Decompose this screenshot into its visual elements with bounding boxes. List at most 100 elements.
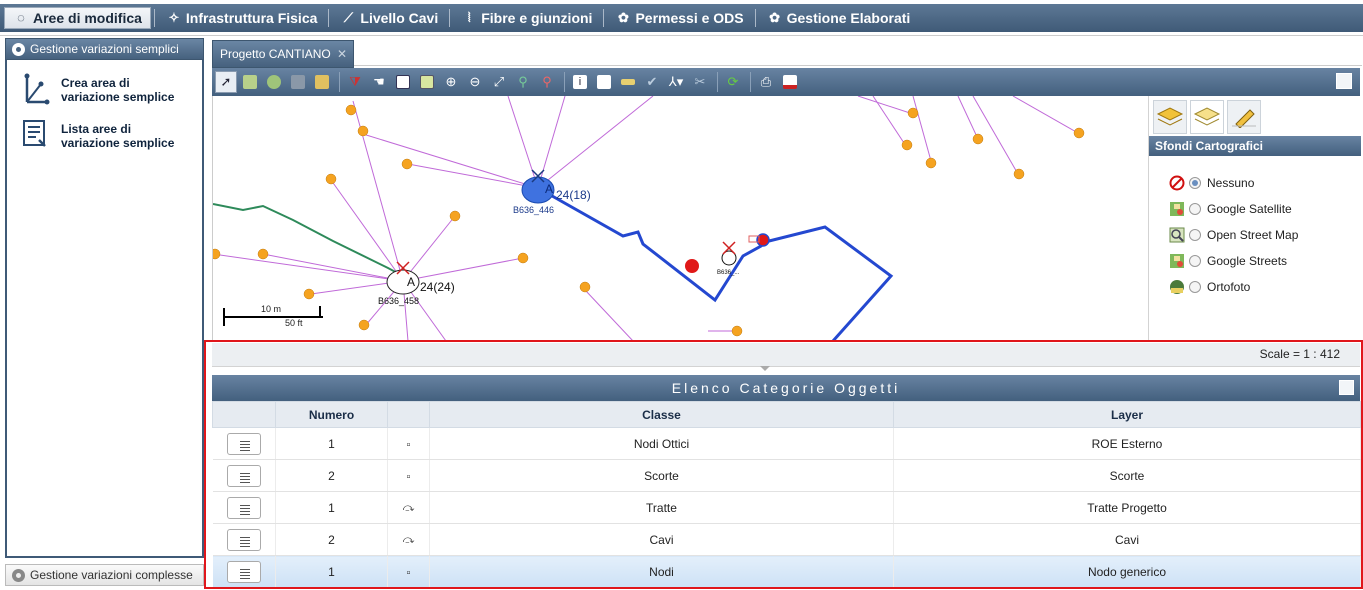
- expand-icon: ⤢: [493, 74, 505, 89]
- pan-tool-button[interactable]: ☚: [368, 71, 390, 93]
- info-button[interactable]: i: [569, 71, 591, 93]
- gear-icon: ✿: [618, 10, 629, 25]
- zoom-box-button[interactable]: [392, 71, 414, 93]
- disconnect-icon: ✂: [694, 74, 706, 89]
- panel-body: Crea area di variazione semplice Lista a…: [5, 60, 204, 558]
- zoom-in-icon: ⊕: [445, 74, 457, 89]
- collapse-arrow-icon[interactable]: [760, 366, 770, 371]
- cable-icon: ⟋: [343, 10, 353, 25]
- object-categories-grid: Elenco Categorie Oggetti Numero Classe L…: [212, 375, 1361, 588]
- table-row[interactable]: 1 ▫ Nodi Ottici ROE Esterno: [212, 427, 1361, 460]
- tab-progetto[interactable]: Progetto CANTIANO ✕: [212, 40, 354, 68]
- filter-tool-button[interactable]: ⧩: [344, 71, 366, 93]
- table-row[interactable]: 2 ⤼ Cavi Cavi: [212, 523, 1361, 556]
- app-root: ◌ Aree di modifica ✧ Infrastruttura Fisi…: [0, 0, 1363, 590]
- list-details-button[interactable]: [226, 528, 261, 551]
- edit-tool-button[interactable]: [287, 71, 309, 93]
- tab-layers-yellow[interactable]: [1153, 100, 1187, 134]
- fiber-icon: ⦚: [467, 10, 471, 25]
- basemap-option-ortofoto[interactable]: Ortofoto: [1169, 274, 1361, 300]
- pdf-button[interactable]: [779, 71, 801, 93]
- table-row[interactable]: 1 ⤼ Tratte Tratte Progetto: [212, 491, 1361, 524]
- svg-text:A: A: [407, 275, 415, 289]
- map-toolbar: ➚ ⧩ ☚ ⊕ ⊖ ⤢ ⚲ ⚲ i ✔ ⅄▾ ✂ ⟳ ⎙: [212, 68, 1360, 96]
- list-area-item[interactable]: Lista aree di variazione semplice: [7, 106, 202, 152]
- categories-table: Numero Classe Layer 1 ▫ Nodi Ottici ROE …: [212, 401, 1361, 588]
- zoom-next-button[interactable]: ⚲: [536, 71, 558, 93]
- zoom-previous-button[interactable]: ⚲: [512, 71, 534, 93]
- basemap-options: Nessuno Google Satellite Open Street Map…: [1149, 156, 1361, 300]
- zoom-in-button[interactable]: ⊕: [440, 71, 462, 93]
- list-details-button[interactable]: [226, 560, 261, 583]
- table-header-row: Numero Classe Layer: [212, 401, 1361, 428]
- menu-livello-cavi[interactable]: ⟋ Livello Cavi: [332, 7, 446, 29]
- basemap-option-google-satellite[interactable]: Google Satellite: [1169, 196, 1361, 222]
- full-extent-button[interactable]: ⤢: [488, 71, 510, 93]
- basemap-option-google-streets[interactable]: Google Streets: [1169, 248, 1361, 274]
- osm-icon: [1169, 227, 1185, 243]
- cursor-icon: ➚: [220, 74, 232, 89]
- grid-fullscreen-button[interactable]: [1339, 380, 1354, 395]
- table-row-selected[interactable]: 1 ▫ Nodi Nodo generico: [212, 555, 1361, 588]
- menu-permessi-e-ods[interactable]: ✿ Permessi e ODS: [607, 7, 751, 29]
- list-details-button[interactable]: [226, 496, 261, 519]
- table-row[interactable]: 2 ▫ Scorte Scorte: [212, 459, 1361, 492]
- tab-drawing[interactable]: [1227, 100, 1261, 134]
- polygon-tool-button[interactable]: [239, 71, 261, 93]
- layers-icon: [1156, 107, 1184, 126]
- gear-icon: [12, 568, 25, 582]
- node-a-label: B636_446: [513, 205, 554, 215]
- col-numero[interactable]: Numero: [275, 401, 388, 428]
- basemap-option-open-street-map[interactable]: Open Street Map: [1169, 222, 1361, 248]
- line-type-icon: ⤼: [402, 502, 415, 514]
- refresh-button[interactable]: ⟳: [722, 71, 744, 93]
- zoom-previous-icon: ⚲: [518, 74, 528, 89]
- close-icon[interactable]: ✕: [337, 47, 347, 61]
- measure-length-button[interactable]: [617, 71, 639, 93]
- left-panel: Gestione variazioni semplici Crea area d…: [5, 38, 204, 588]
- route-button[interactable]: ⅄▾: [665, 71, 687, 93]
- radio-open-street-map[interactable]: [1189, 229, 1201, 241]
- menu-gestione-elaborati[interactable]: ✿ Gestione Elaborati: [759, 7, 919, 29]
- radio-nessuno[interactable]: [1189, 177, 1201, 189]
- basemap-option-nessuno[interactable]: Nessuno: [1169, 170, 1361, 196]
- map-scale-text: Scale = 1 : 412: [1259, 347, 1340, 361]
- menu-fibre-e-giunzioni[interactable]: ⦚ Fibre e giunzioni: [453, 7, 600, 29]
- map-canvas[interactable]: A 24(18) B636_446 A 24(24) B636_458 B636…: [212, 96, 1144, 341]
- list-details-button[interactable]: [226, 464, 261, 487]
- tab-layers-basemap[interactable]: [1190, 100, 1224, 134]
- radio-google-satellite[interactable]: [1189, 203, 1201, 215]
- draw-tool-button[interactable]: [311, 71, 333, 93]
- zoom-extent-button[interactable]: [416, 71, 438, 93]
- menu-infrastruttura-fisica[interactable]: ✧ Infrastruttura Fisica: [158, 7, 325, 29]
- select-tool-button[interactable]: ➚: [215, 71, 237, 93]
- menu-aree-di-modifica[interactable]: ◌ Aree di modifica: [4, 7, 151, 29]
- measure-area-button[interactable]: [593, 71, 615, 93]
- point-type-icon: ▫: [406, 470, 411, 483]
- disconnect-button[interactable]: ✂: [689, 71, 711, 93]
- scale-strip: Scale = 1 : 412: [212, 343, 1360, 367]
- list-area-icon: [23, 120, 46, 147]
- radio-google-streets[interactable]: [1189, 255, 1201, 267]
- radio-ortofoto[interactable]: [1189, 281, 1201, 293]
- zoom-out-button[interactable]: ⊖: [464, 71, 486, 93]
- col-type: [387, 401, 430, 428]
- create-area-item[interactable]: Crea area di variazione semplice: [7, 60, 202, 106]
- gear-icon: [12, 42, 25, 56]
- filter-icon: ⧩: [349, 74, 361, 89]
- panel-header-variazioni-semplici[interactable]: Gestione variazioni semplici: [5, 38, 204, 60]
- node-b-count-label: 24(24): [420, 280, 455, 294]
- print-button[interactable]: ⎙: [755, 71, 777, 93]
- map-icon: [1170, 254, 1184, 268]
- node-icon: [267, 75, 281, 89]
- col-layer[interactable]: Layer: [893, 401, 1361, 428]
- check-button[interactable]: ✔: [641, 71, 663, 93]
- zoom-box-icon: [396, 75, 410, 89]
- col-classe[interactable]: Classe: [429, 401, 894, 428]
- panel-header-variazioni-complesse[interactable]: Gestione variazioni complesse: [5, 564, 204, 586]
- list-details-button[interactable]: [226, 432, 261, 455]
- refresh-icon: ⟳: [727, 74, 739, 89]
- node-tool-button[interactable]: [263, 71, 285, 93]
- map-fullscreen-button[interactable]: [1336, 73, 1352, 89]
- basemap-panel: Sfondi Cartografici Nessuno Google Satel…: [1148, 96, 1361, 341]
